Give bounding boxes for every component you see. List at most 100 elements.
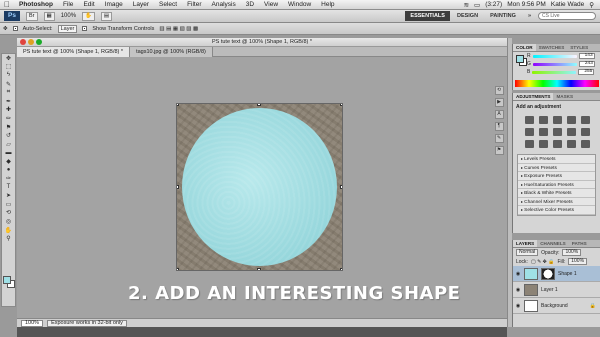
layer-row[interactable]: ◉ Background 🔒	[513, 298, 600, 314]
hue-saturation-icon[interactable]	[525, 128, 534, 136]
eye-icon[interactable]: ◉	[515, 287, 521, 293]
menu-help[interactable]: Help	[316, 0, 339, 10]
list-item[interactable]: Levels Presets	[518, 155, 595, 164]
transform-handle[interactable]	[177, 185, 179, 189]
close-icon[interactable]	[20, 39, 26, 45]
gradient-tool-icon[interactable]: ▬	[2, 149, 15, 158]
transform-handle[interactable]	[340, 268, 342, 270]
menu-file[interactable]: File	[58, 0, 78, 10]
tab-channels[interactable]: CHANNELS	[537, 240, 569, 247]
exposure-icon[interactable]	[567, 116, 576, 124]
layer-name[interactable]: Layer 1	[541, 287, 558, 293]
layer-name[interactable]: Background	[541, 303, 568, 309]
list-item[interactable]: Black & White Presets	[518, 189, 595, 198]
channel-mixer-icon[interactable]	[581, 128, 590, 136]
tab-ps-tute-text[interactable]: PS tute text @ 100% (Shape 1, RGB/8) *	[17, 47, 131, 57]
3d-rotate-tool-icon[interactable]: ⟲	[2, 209, 15, 218]
history-icon[interactable]: ⟲	[494, 86, 504, 95]
transform-handle[interactable]	[257, 104, 261, 106]
clock[interactable]: Mon 9:56 PM	[507, 1, 546, 8]
green-value-field[interactable]: 243	[578, 61, 595, 67]
green-slider[interactable]	[532, 62, 577, 66]
menu-filter[interactable]: Filter	[182, 0, 206, 10]
tab-paths[interactable]: PATHS	[569, 240, 590, 247]
list-item[interactable]: Curves Presets	[518, 164, 595, 172]
align-icons[interactable]: ▥ ▤ ▦ ▧ ▨ ▩	[159, 26, 198, 32]
tab-styles[interactable]: STYLES	[567, 44, 591, 51]
blur-tool-icon[interactable]: ◆	[2, 157, 15, 166]
status-info[interactable]: Exposure works in 32-bit only	[47, 319, 127, 327]
menu-image[interactable]: Image	[100, 0, 128, 10]
tab-adjustments[interactable]: ADJUSTMENTS	[513, 93, 554, 100]
foreground-color-swatch[interactable]	[3, 276, 11, 284]
workspace-design[interactable]: DESIGN	[452, 11, 483, 21]
auto-select-dropdown[interactable]: Layer	[57, 24, 78, 33]
bridge-button[interactable]: Br	[26, 11, 38, 21]
list-item[interactable]: Exposure Presets	[518, 172, 595, 181]
transform-handle[interactable]	[257, 268, 261, 270]
foreground-color-chip[interactable]	[516, 55, 524, 63]
layer-row[interactable]: ◉ Shape 1	[513, 266, 600, 282]
red-value-field[interactable]: 143	[578, 53, 595, 59]
more-workspaces-icon[interactable]: »	[523, 11, 536, 21]
move-tool-icon[interactable]: ✥	[3, 26, 8, 32]
menu-edit[interactable]: Edit	[78, 0, 99, 10]
transform-handle[interactable]	[340, 185, 342, 189]
zoom-icon[interactable]	[36, 39, 42, 45]
transform-handle[interactable]	[340, 104, 342, 106]
levels-icon[interactable]	[539, 116, 548, 124]
list-item[interactable]: Selective Color Presets	[518, 206, 595, 215]
black-white-icon[interactable]	[553, 128, 562, 136]
dodge-tool-icon[interactable]: ●	[2, 166, 15, 175]
shape-tool-icon[interactable]: ▭	[2, 200, 15, 209]
blue-slider[interactable]	[532, 70, 577, 74]
spotlight-icon[interactable]: ⚲	[589, 1, 594, 9]
brush-presets-icon[interactable]: ✎	[494, 134, 504, 143]
zoom-tool-icon[interactable]: ⚲	[2, 234, 15, 243]
workspace-essentials[interactable]: ESSENTIALS	[405, 11, 450, 21]
menu-select[interactable]: Select	[154, 0, 182, 10]
eye-icon[interactable]: ◉	[515, 271, 521, 277]
transform-handle[interactable]	[177, 268, 179, 270]
canvas-area[interactable]	[17, 57, 507, 318]
history-brush-tool-icon[interactable]: ↺	[2, 131, 15, 140]
zoom-level[interactable]: 100%	[61, 13, 76, 19]
tab-swatches[interactable]: SWATCHES	[536, 44, 568, 51]
blend-mode-dropdown[interactable]: Normal	[516, 249, 539, 256]
red-slider[interactable]	[532, 54, 577, 58]
clone-stamp-tool-icon[interactable]: ⚑	[2, 123, 15, 132]
hand-tool-icon[interactable]: ✋	[2, 226, 15, 235]
status-zoom-field[interactable]: 100%	[21, 319, 44, 327]
list-item[interactable]: Channel Mixer Presets	[518, 198, 595, 206]
eyedropper-tool-icon[interactable]: ✒	[2, 97, 15, 106]
workspace-painting[interactable]: PAINTING	[485, 11, 521, 21]
brush-tool-icon[interactable]: ✏	[2, 114, 15, 123]
menu-3d[interactable]: 3D	[241, 0, 259, 10]
lasso-tool-icon[interactable]: ϟ	[2, 71, 15, 80]
layer-name[interactable]: Shape 1	[558, 271, 577, 277]
paragraph-icon[interactable]: ¶	[494, 122, 504, 131]
tab-tags10[interactable]: tags10.jpg @ 100% (RGB/8)	[130, 47, 213, 57]
fill-field[interactable]: 100%	[568, 258, 588, 265]
user-name[interactable]: Katie Wade	[551, 1, 584, 8]
minimize-icon[interactable]	[28, 39, 34, 45]
photo-filter-icon[interactable]	[567, 128, 576, 136]
lock-icons[interactable]: ▢ ✎ ✥ 🔒	[531, 259, 555, 265]
mini-bridge-button[interactable]: ▦	[43, 11, 55, 21]
type-tool-icon[interactable]: T	[2, 183, 15, 192]
vibrance-icon[interactable]	[581, 116, 590, 124]
pen-tool-icon[interactable]: ✑	[2, 174, 15, 183]
menu-window[interactable]: Window	[283, 0, 316, 10]
layer-row[interactable]: ◉ Layer 1	[513, 282, 600, 298]
color-spectrum-bar[interactable]	[515, 80, 599, 87]
document-canvas[interactable]	[177, 104, 342, 270]
menu-layer[interactable]: Layer	[128, 0, 154, 10]
arrange-documents-button[interactable]: ▤	[100, 11, 113, 21]
3d-orbit-tool-icon[interactable]: ◎	[2, 217, 15, 226]
move-tool-icon[interactable]: ✥	[2, 54, 15, 63]
battery-icon[interactable]: ▭	[474, 1, 480, 9]
transform-handle[interactable]	[177, 104, 179, 106]
eraser-tool-icon[interactable]: ▱	[2, 140, 15, 149]
show-transform-checkbox[interactable]	[82, 26, 88, 31]
posterize-icon[interactable]	[539, 140, 548, 148]
